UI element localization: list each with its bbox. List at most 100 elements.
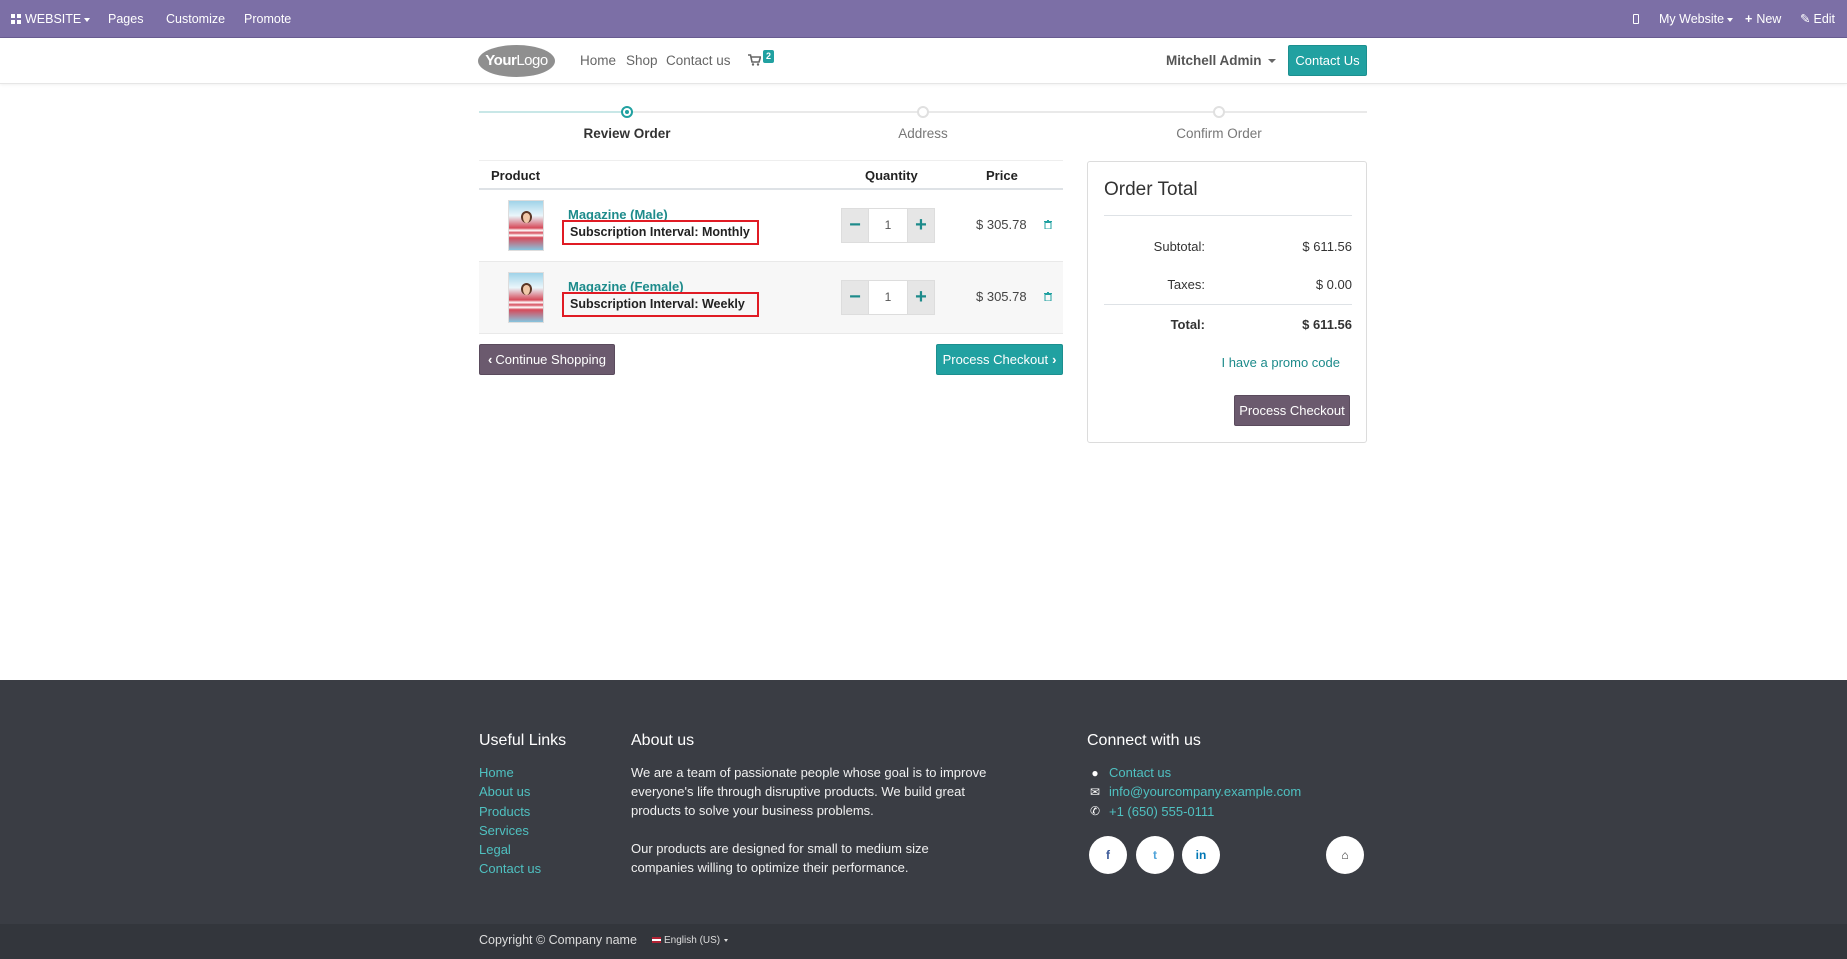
footer-link-contact-us[interactable]: Contact us: [479, 861, 541, 876]
footer-link-products[interactable]: Products: [479, 804, 530, 819]
about-us-paragraph: We are a team of passionate people whose…: [631, 765, 987, 818]
promo-code-link[interactable]: I have a promo code: [1221, 355, 1340, 370]
decrease-quantity-button[interactable]: −: [841, 280, 869, 315]
site-footer: Useful Links Home About us Products Serv…: [0, 680, 1847, 924]
pages-menu[interactable]: Pages: [108, 0, 143, 38]
contact-us-button[interactable]: Contact Us: [1288, 45, 1367, 76]
plus-icon: +: [1745, 12, 1753, 26]
quantity-stepper: − 1 +: [841, 208, 935, 243]
trash-icon[interactable]: [1044, 220, 1052, 229]
edit-button[interactable]: ✎ Edit: [1800, 0, 1835, 38]
cart-table-header: Product Quantity Price: [479, 160, 1063, 190]
shopping-cart-icon: [748, 54, 762, 66]
increase-quantity-button[interactable]: +: [907, 208, 935, 243]
continue-shopping-button[interactable]: ‹ Continue Shopping: [479, 344, 615, 375]
order-total-title: Order Total: [1104, 179, 1198, 200]
copyright-text: Copyright © Company name: [479, 933, 637, 947]
total-value: $ 611.56: [1302, 317, 1352, 332]
caret-down-icon: [1727, 17, 1734, 22]
product-thumbnail-face: [521, 283, 532, 295]
increase-quantity-button[interactable]: +: [907, 280, 935, 315]
new-button[interactable]: + New: [1745, 0, 1781, 38]
logo-text-bold: Your: [485, 52, 517, 69]
edit-label: Edit: [1813, 12, 1836, 26]
pencil-icon: ✎: [1800, 12, 1811, 26]
cart-row: Magazine (Female) Subscription Interval:…: [479, 262, 1063, 334]
nav-shop[interactable]: Shop: [626, 38, 658, 84]
footer-email-link[interactable]: info@yourcompany.example.com: [1109, 784, 1301, 799]
column-header-quantity: Quantity: [865, 168, 918, 183]
taxes-label: Taxes:: [1167, 277, 1205, 292]
product-attribute: Subscription Interval: Monthly: [562, 220, 759, 245]
nav-contact-us[interactable]: Contact us: [666, 38, 731, 84]
my-website-menu[interactable]: My Website: [1659, 0, 1734, 38]
about-us-text: We are a team of passionate people whose…: [631, 763, 991, 877]
customize-menu[interactable]: Customize: [166, 0, 225, 38]
chevron-left-icon: ‹: [488, 352, 493, 367]
phone-icon: ✆: [1089, 804, 1101, 818]
process-checkout-button[interactable]: Process Checkout ›: [936, 344, 1063, 375]
quantity-input[interactable]: 1: [869, 280, 907, 315]
quantity-input[interactable]: 1: [869, 208, 907, 243]
connect-title: Connect with us: [1087, 732, 1201, 749]
taxes-value: $ 0.00: [1315, 277, 1352, 292]
language-selector[interactable]: English (US): [652, 935, 729, 946]
my-website-label: My Website: [1659, 12, 1725, 26]
comment-icon: ●: [1091, 766, 1099, 780]
apps-grid-icon: [11, 14, 21, 24]
continue-shopping-label: Continue Shopping: [495, 352, 606, 367]
footer-link-services[interactable]: Services: [479, 823, 529, 838]
decrease-quantity-button[interactable]: −: [841, 208, 869, 243]
line-price: $ 305.78: [976, 217, 1027, 232]
footer-link-legal[interactable]: Legal: [479, 842, 511, 857]
cart-button[interactable]: [748, 38, 762, 84]
subtotal-value: $ 611.56: [1302, 239, 1352, 254]
trash-icon[interactable]: [1044, 292, 1052, 301]
twitter-icon[interactable]: t: [1136, 836, 1174, 874]
about-us-paragraph: Our products are designed for small to m…: [631, 841, 929, 875]
column-header-product: Product: [491, 168, 541, 183]
home-icon[interactable]: ⌂: [1326, 836, 1364, 874]
copyright-bar: Copyright © Company name English (US): [0, 924, 1847, 959]
product-attribute: Subscription Interval: Weekly: [562, 292, 759, 317]
website-menu[interactable]: WEBSITE: [11, 0, 91, 38]
caret-down-icon: [1267, 59, 1276, 64]
facebook-icon[interactable]: f: [1089, 836, 1127, 874]
wizard-step-dot-confirm: [1213, 106, 1225, 118]
wizard-progress-line: [479, 111, 627, 113]
caret-down-icon: [724, 938, 729, 942]
site-logo[interactable]: YourLogo: [478, 45, 555, 77]
useful-links-title: Useful Links: [479, 732, 567, 749]
envelope-icon: ✉: [1089, 785, 1101, 799]
product-thumbnail-face: [521, 211, 532, 223]
product-thumbnail[interactable]: [508, 272, 544, 323]
wizard-track-line: [627, 111, 1367, 113]
user-menu[interactable]: Mitchell Admin: [1166, 38, 1276, 84]
linkedin-icon[interactable]: in: [1182, 836, 1220, 874]
footer-link-home[interactable]: Home: [479, 765, 514, 780]
column-header-price: Price: [986, 168, 1018, 183]
wizard-step-review-order: Review Order: [583, 126, 671, 141]
wizard-step-confirm-order: Confirm Order: [1176, 126, 1262, 141]
footer-phone-link[interactable]: +1 (650) 555-0111: [1109, 804, 1214, 819]
new-label: New: [1756, 12, 1782, 26]
nav-home[interactable]: Home: [580, 38, 616, 84]
card-process-checkout-button[interactable]: Process Checkout: [1234, 395, 1350, 426]
cart-row: Magazine (Male) Subscription Interval: M…: [479, 190, 1063, 262]
footer-link-about-us[interactable]: About us: [479, 784, 530, 799]
about-us-title: About us: [631, 732, 695, 749]
mobile-preview-button[interactable]: [1633, 0, 1639, 38]
chevron-right-icon: ›: [1052, 352, 1057, 367]
promote-menu[interactable]: Promote: [244, 0, 291, 38]
subtotal-label: Subtotal:: [1153, 239, 1205, 254]
process-checkout-label: Process Checkout: [942, 352, 1049, 367]
line-price: $ 305.78: [976, 289, 1027, 304]
language-label: English (US): [664, 935, 721, 946]
footer-contact-link[interactable]: Contact us: [1109, 765, 1171, 780]
website-menu-label: WEBSITE: [25, 12, 82, 26]
product-thumbnail[interactable]: [508, 200, 544, 251]
site-header: YourLogo Home Shop Contact us 2 Mitchell…: [0, 38, 1847, 84]
order-total-card: Order Total Subtotal: $ 611.56 Taxes: $ …: [1087, 161, 1367, 443]
logo-text-light: Logo: [516, 52, 548, 69]
user-name: Mitchell Admin: [1166, 53, 1262, 68]
